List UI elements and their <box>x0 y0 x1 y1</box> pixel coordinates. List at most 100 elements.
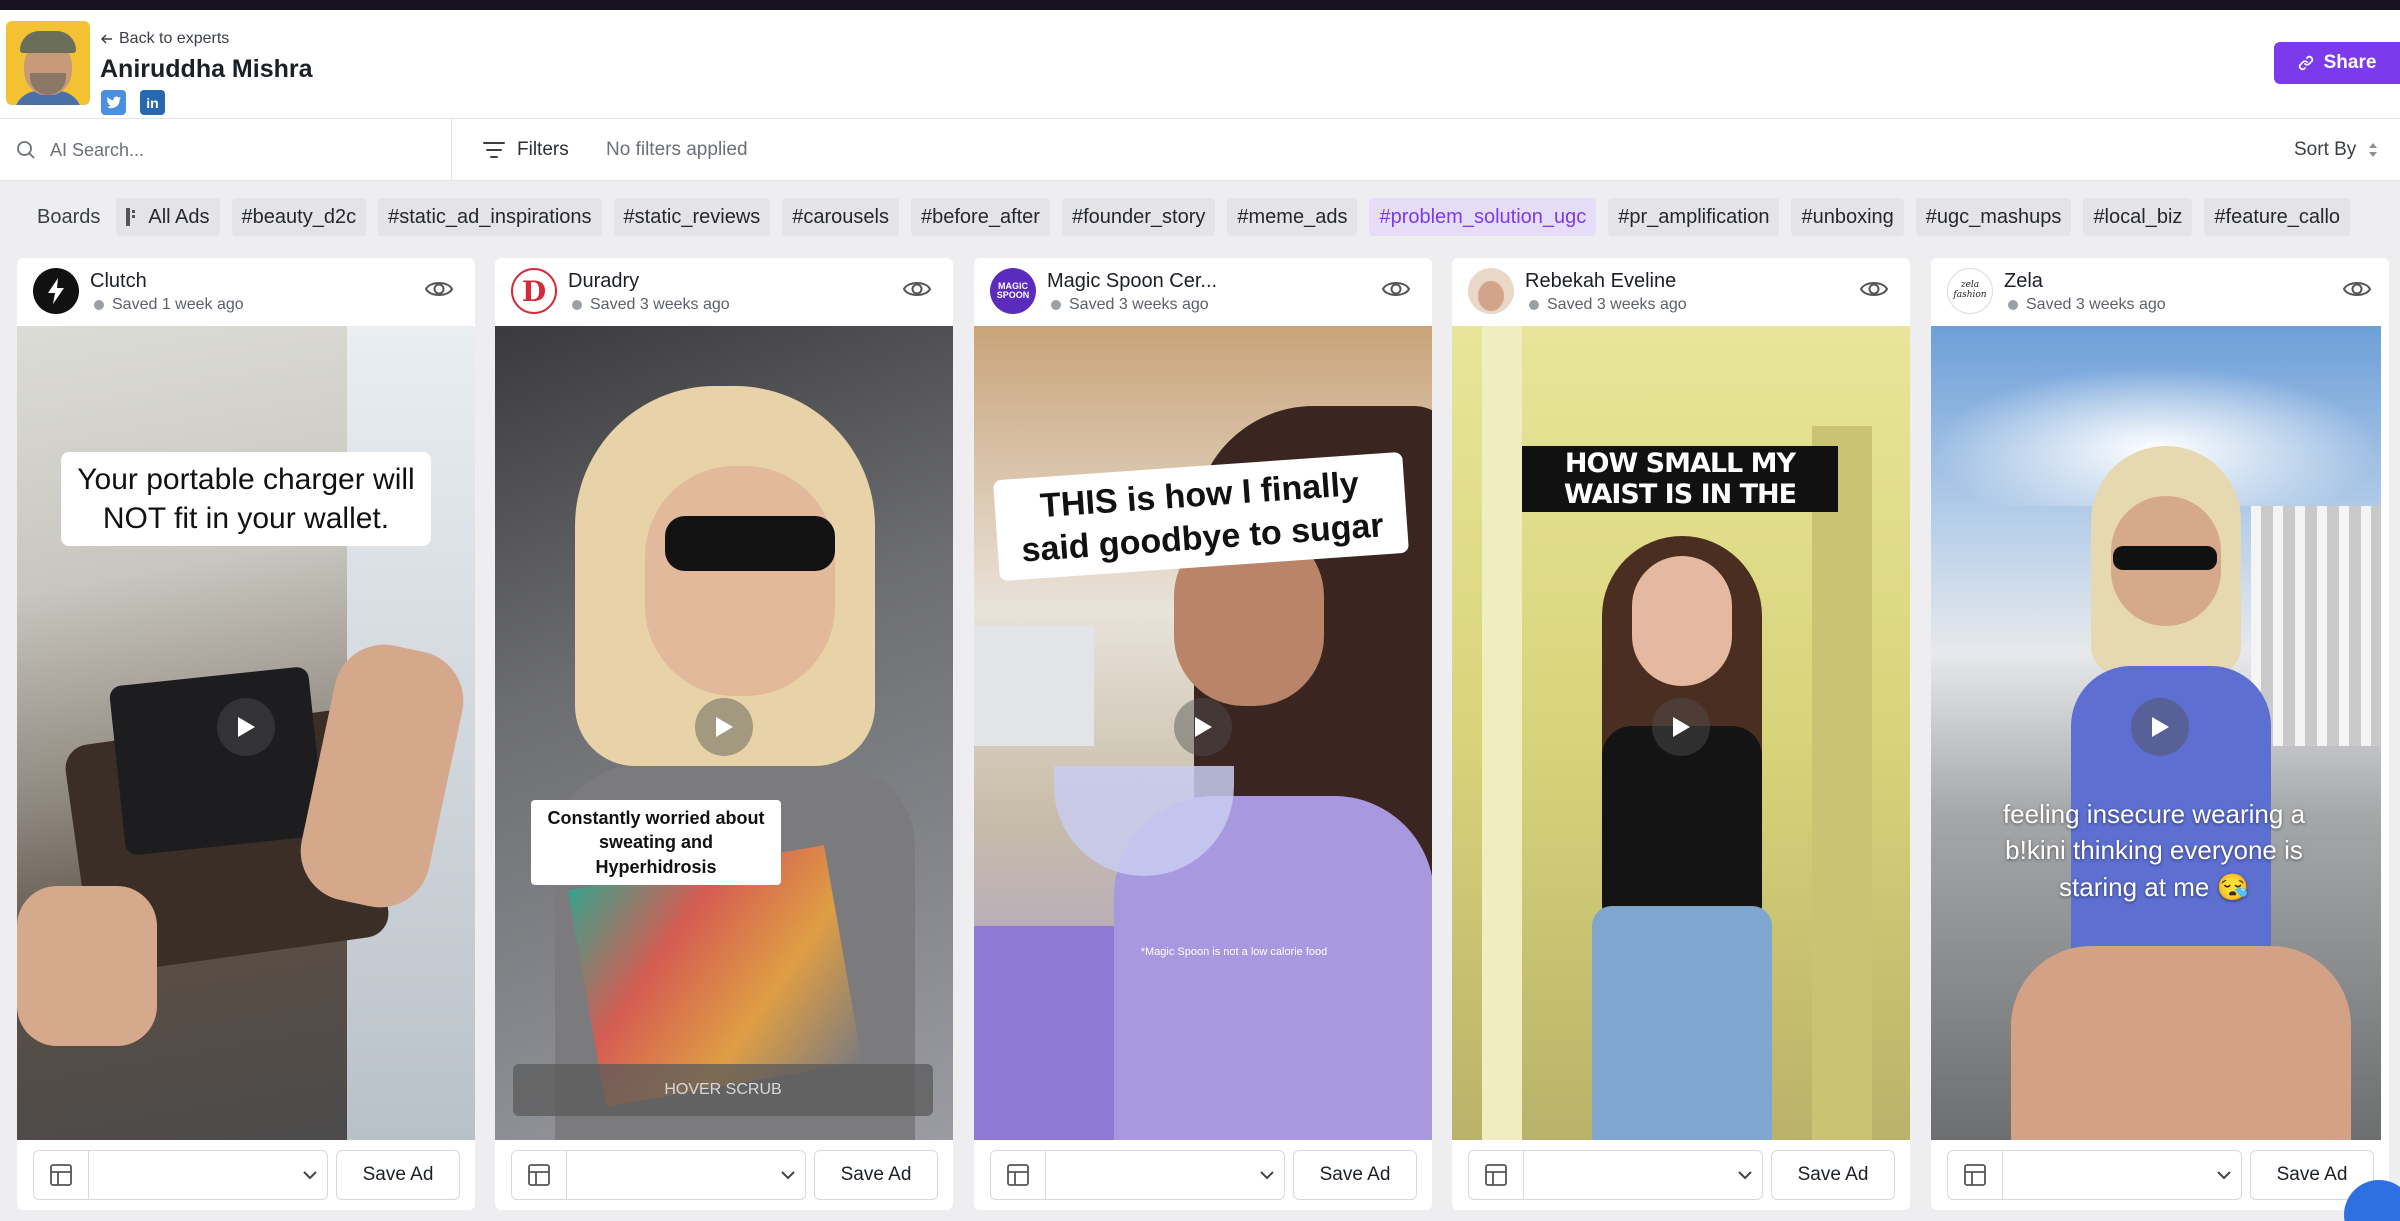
linkedin-icon[interactable]: in <box>140 90 165 115</box>
board-chip-active[interactable]: #problem_solution_ugc <box>1369 198 1597 236</box>
ad-card[interactable]: MAGIC SPOON Magic Spoon Cer... Saved 3 w… <box>974 258 1432 1210</box>
saved-time: Saved 3 weeks ago <box>1529 296 1687 314</box>
board-chip[interactable]: #ugc_mashups <box>1915 198 2072 236</box>
layout-button[interactable] <box>511 1150 567 1200</box>
ad-card[interactable]: Rebekah Eveline Saved 3 weeks ago HOW SM… <box>1452 258 1910 1210</box>
board-select[interactable] <box>1045 1150 1285 1200</box>
layout-icon <box>528 1164 550 1186</box>
chevron-down-icon <box>303 1170 317 1179</box>
play-button[interactable] <box>1174 698 1232 756</box>
eye-icon[interactable] <box>425 278 453 300</box>
ad-video[interactable]: THIS is how I finally said goodbye to su… <box>974 326 1432 1140</box>
board-chip[interactable]: #meme_ads <box>1227 198 1358 236</box>
filter-icon <box>483 142 505 158</box>
play-icon <box>716 717 733 737</box>
save-ad-button[interactable]: Save Ad <box>1293 1150 1417 1200</box>
board-chip[interactable]: #feature_callo <box>2204 198 2351 236</box>
brand-name: Magic Spoon Cer... <box>1047 270 1218 292</box>
chevron-down-icon <box>2217 1170 2231 1179</box>
filters-label: Filters <box>517 139 569 160</box>
search-input[interactable] <box>50 139 430 161</box>
board-chip[interactable]: #before_after <box>910 198 1050 236</box>
board-select[interactable] <box>1523 1150 1763 1200</box>
save-ad-button[interactable]: Save Ad <box>814 1150 938 1200</box>
board-chip[interactable]: #pr_amplification <box>1608 198 1780 236</box>
layout-button[interactable] <box>1947 1150 2003 1200</box>
expert-header: Back to experts Aniruddha Mishra in Shar… <box>0 10 2400 119</box>
ad-card-header: Clutch Saved 1 week ago <box>17 258 475 326</box>
brand-name: Zela <box>2004 270 2043 292</box>
board-chip-all-ads[interactable]: All Ads <box>116 198 220 236</box>
eye-icon[interactable] <box>2343 278 2371 300</box>
board-select[interactable] <box>2002 1150 2242 1200</box>
ad-footnote: *Magic Spoon is not a low calorie food <box>1140 946 1328 958</box>
filters-button[interactable]: Filters <box>483 119 569 181</box>
twitter-icon[interactable] <box>101 90 126 115</box>
save-ad-button[interactable]: Save Ad <box>1771 1150 1895 1200</box>
chevron-down-icon <box>1260 1170 1274 1179</box>
board-chip[interactable]: #static_reviews <box>613 198 771 236</box>
play-button[interactable] <box>2131 698 2189 756</box>
chevron-down-icon <box>781 1170 795 1179</box>
brand-logo: zela fashion <box>1947 268 1993 314</box>
board-select[interactable] <box>566 1150 806 1200</box>
layout-button[interactable] <box>990 1150 1046 1200</box>
play-icon <box>2152 717 2169 737</box>
hover-scrub-overlay[interactable]: HOVER SCRUB <box>513 1064 933 1116</box>
ad-card[interactable]: Clutch Saved 1 week ago Your portable ch… <box>17 258 475 1210</box>
board-chip[interactable]: #static_ad_inspirations <box>378 198 602 236</box>
sort-by-dropdown[interactable]: Sort By <box>2294 119 2378 181</box>
ad-card-header: Rebekah Eveline Saved 3 weeks ago <box>1452 258 1910 326</box>
board-select[interactable] <box>88 1150 328 1200</box>
layout-button[interactable] <box>33 1150 89 1200</box>
ad-caption: feeling insecure wearing a b!kini thinki… <box>2002 799 2306 902</box>
layout-icon <box>1007 1164 1029 1186</box>
eye-icon[interactable] <box>1382 278 1410 300</box>
ad-video[interactable]: Your portable charger will NOT fit in yo… <box>17 326 475 1140</box>
play-icon <box>1195 717 1212 737</box>
ad-card-footer: Save Ad <box>1931 1140 2389 1210</box>
ad-card[interactable]: D Duradry Saved 3 weeks ago Constantly w… <box>495 258 953 1210</box>
sort-label: Sort By <box>2294 139 2357 160</box>
board-chip[interactable]: #founder_story <box>1061 198 1216 236</box>
ad-caption: HOW SMALL MY WAIST IS IN THE <box>1563 448 1797 511</box>
sort-arrows-icon <box>2369 143 2378 157</box>
ad-video[interactable]: feeling insecure wearing a b!kini thinki… <box>1931 326 2381 1140</box>
layout-button[interactable] <box>1468 1150 1524 1200</box>
eye-icon[interactable] <box>1860 278 1888 300</box>
eye-icon[interactable] <box>903 278 931 300</box>
layout-icon <box>50 1164 72 1186</box>
board-chip[interactable]: #unboxing <box>1791 198 1904 236</box>
filters-status: No filters applied <box>606 139 748 160</box>
search-icon <box>17 141 35 159</box>
back-label: Back to experts <box>119 30 230 47</box>
board-chip[interactable]: #local_biz <box>2083 198 2193 236</box>
play-button[interactable] <box>217 698 275 756</box>
ad-video[interactable]: HOW SMALL MY WAIST IS IN THE <box>1452 326 1910 1140</box>
board-chip[interactable]: #beauty_d2c <box>231 198 367 236</box>
share-button[interactable]: Share <box>2274 42 2400 84</box>
save-ad-button[interactable]: Save Ad <box>336 1150 460 1200</box>
ad-card-footer: Save Ad <box>495 1140 953 1210</box>
play-button[interactable] <box>1652 698 1710 756</box>
board-chip[interactable]: #carousels <box>782 198 899 236</box>
brand-name: Duradry <box>568 270 640 292</box>
expert-avatar <box>6 21 90 105</box>
play-icon <box>238 717 255 737</box>
bookmark-stack-icon <box>126 208 136 226</box>
brand-logo <box>33 268 79 314</box>
search-box[interactable] <box>0 119 452 181</box>
saved-time: Saved 3 weeks ago <box>572 296 730 314</box>
ad-video[interactable]: Constantly worried about sweating and Hy… <box>495 326 953 1140</box>
saved-time: Saved 3 weeks ago <box>1051 296 1209 314</box>
boards-label: Boards <box>37 205 101 228</box>
arrow-left-icon <box>101 34 112 44</box>
layout-icon <box>1964 1164 1986 1186</box>
chevron-down-icon <box>1738 1170 1752 1179</box>
ad-card-footer: Save Ad <box>1452 1140 1910 1210</box>
ad-card-header: D Duradry Saved 3 weeks ago <box>495 258 953 326</box>
ad-card[interactable]: zela fashion Zela Saved 3 weeks ago feel… <box>1931 258 2389 1210</box>
back-to-experts-link[interactable]: Back to experts <box>101 30 229 48</box>
play-button[interactable] <box>695 698 753 756</box>
saved-time: Saved 3 weeks ago <box>2008 296 2166 314</box>
